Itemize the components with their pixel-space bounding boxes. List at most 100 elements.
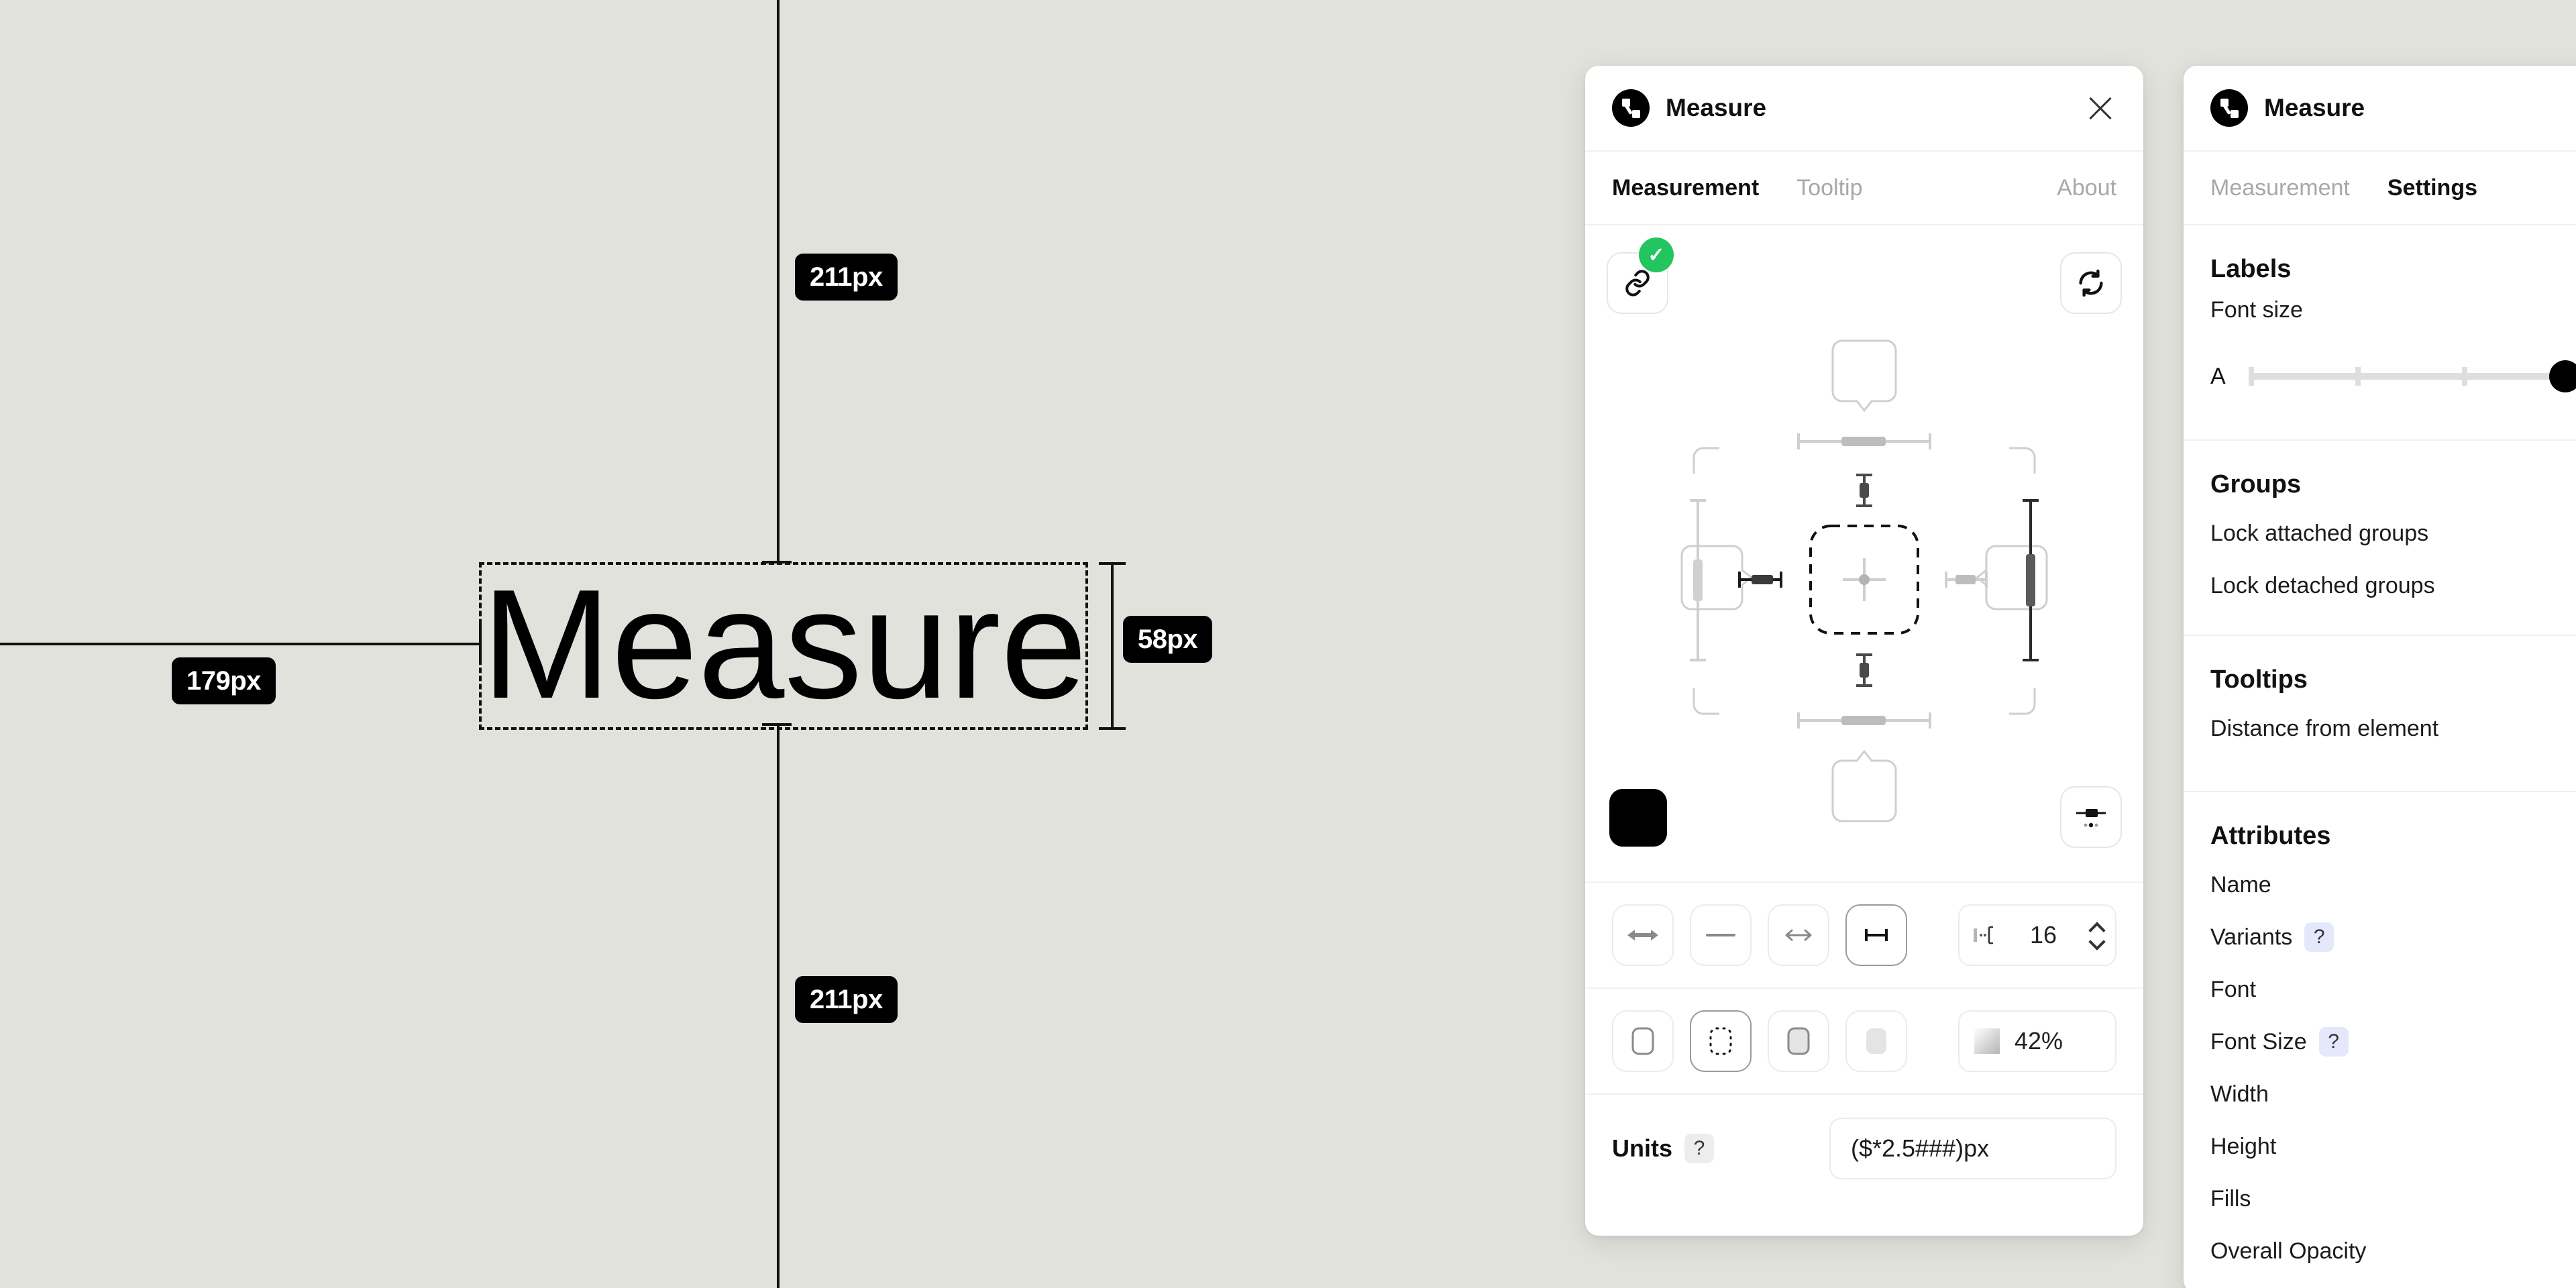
height-bracket-cap-bottom — [1099, 727, 1126, 730]
opacity-field[interactable]: 42% — [1958, 1010, 2116, 1072]
measurement-panel-title: Measure — [1666, 94, 1767, 121]
setting-row-font-size[interactable]: Font size Cus — [2184, 284, 2576, 336]
fill-style-row[interactable]: 42% — [1585, 989, 2143, 1095]
font-size-slider-row[interactable]: A — [2184, 336, 2576, 417]
outline-square-icon — [1631, 1027, 1654, 1055]
guide-line-vertical-top — [777, 0, 780, 564]
height-bracket-line — [1111, 562, 1114, 730]
setting-label-font-size: Font size — [2210, 297, 2303, 323]
fill-style-filled[interactable] — [1768, 1010, 1829, 1072]
setting-row-font[interactable]: Font — [2184, 963, 2576, 1016]
line-cap-icon — [2076, 809, 2106, 828]
arrow-both-outline-icon — [1785, 929, 1812, 941]
fill-style-dashed[interactable] — [1690, 1010, 1752, 1072]
setting-row-name[interactable]: Name — [2184, 859, 2576, 911]
setting-label-overall-opacity: Overall Opacity — [2210, 1238, 2367, 1264]
measurement-badge-top[interactable]: 211px — [795, 254, 898, 301]
artboard-text[interactable]: Measure — [482, 567, 1087, 722]
refresh-icon — [2079, 269, 2103, 297]
tab-measurement[interactable]: Measurement — [2210, 175, 2350, 201]
setting-row-lock-detached-groups[interactable]: Lock detached groups — [2184, 559, 2576, 612]
filled-square-icon — [1787, 1027, 1810, 1055]
font-size-slider[interactable] — [2248, 360, 2576, 392]
link-enabled-badge: ✓ — [1639, 237, 1674, 272]
cap-style-button[interactable] — [2060, 786, 2122, 848]
slider-tick — [2461, 367, 2467, 386]
setting-row-overall-opacity[interactable]: Overall Opacity — [2184, 1225, 2576, 1277]
setting-row-font-size-attr[interactable]: Font Size ? — [2184, 1016, 2576, 1068]
settings-panel-tabs[interactable]: Measurement Settings — [2184, 152, 2576, 225]
offset-value: 16 — [2029, 921, 2057, 949]
setting-label-distance-from-element: Distance from element — [2210, 715, 2439, 741]
measurement-panel[interactable]: Measure Measurement Tooltip About ✓ 16 4… — [1585, 66, 2143, 1236]
tab-about[interactable]: About — [2057, 175, 2116, 201]
setting-label-lock-detached-groups: Lock detached groups — [2210, 572, 2435, 598]
measure-logo-icon — [1612, 89, 1650, 127]
setting-row-width[interactable]: Width — [2184, 1068, 2576, 1120]
measurement-panel-header: Measure — [1585, 66, 2143, 152]
section-heading-groups: Groups — [2210, 470, 2302, 498]
height-bracket-cap-top — [1099, 562, 1126, 565]
settings-panel-header: Measure — [2184, 66, 2576, 152]
units-input[interactable]: ($*2.5###)px — [1829, 1118, 2116, 1179]
font-size-help-icon[interactable]: ? — [2318, 1027, 2349, 1057]
tab-measurement[interactable]: Measurement — [1612, 175, 1759, 201]
line-plain-icon — [1706, 934, 1735, 936]
soft-filled-square-icon — [1866, 1028, 1886, 1054]
setting-label-lock-attached-groups: Lock attached groups — [2210, 520, 2429, 546]
section-heading-attributes: Attributes — [2210, 822, 2331, 850]
font-size-slider-label: A — [2210, 363, 2226, 389]
tab-settings[interactable]: Settings — [2387, 175, 2477, 201]
units-row[interactable]: Units ? ($*2.5###)px — [1585, 1095, 2143, 1202]
opacity-value: 42% — [2015, 1027, 2063, 1055]
tab-tooltip[interactable]: Tooltip — [1796, 175, 1862, 201]
offset-bracket-icon — [1974, 926, 1993, 945]
setting-label-name: Name — [2210, 871, 2271, 898]
line-style-plain[interactable] — [1690, 904, 1752, 966]
arrow-both-filled-icon — [1627, 930, 1658, 941]
chevron-up-icon — [2090, 924, 2104, 932]
fill-style-soft[interactable] — [1845, 1010, 1907, 1072]
setting-label-width: Width — [2210, 1081, 2269, 1107]
line-style-arrow-both-outline[interactable] — [1768, 904, 1829, 966]
setting-row-distance-from-element[interactable]: Distance from element — [2184, 702, 2576, 755]
setting-row-fills[interactable]: Fills — [2184, 1173, 2576, 1225]
line-style-end-caps[interactable] — [1845, 904, 1907, 966]
offset-stepper[interactable]: 16 — [1958, 904, 2116, 966]
line-color-swatch[interactable] — [1609, 789, 1667, 847]
setting-row-lock-attached-groups[interactable]: Lock attached groups — [2184, 507, 2576, 559]
chevron-down-icon — [2090, 938, 2104, 947]
gradient-swatch-icon — [1974, 1028, 2000, 1054]
units-help-icon[interactable]: ? — [1684, 1134, 1714, 1163]
setting-label-font-size-attr: Font Size — [2210, 1028, 2307, 1055]
slider-tick — [2248, 367, 2254, 386]
measurement-badge-right[interactable]: 58px — [1123, 616, 1213, 663]
setting-label-font: Font — [2210, 976, 2257, 1002]
settings-panel[interactable]: Measure Measurement Settings Labels Font… — [2184, 66, 2576, 1288]
refresh-button[interactable] — [2060, 252, 2122, 314]
measurement-badge-left[interactable]: 179px — [172, 657, 276, 704]
section-heading-labels: Labels — [2210, 255, 2292, 283]
setting-row-variants[interactable]: Variants ? — [2184, 911, 2576, 963]
setting-label-height: Height — [2210, 1133, 2277, 1159]
measurement-layout-diagram[interactable] — [1585, 326, 2143, 836]
line-end-caps-icon — [1865, 929, 1888, 941]
offset-stepper-arrows[interactable] — [2090, 924, 2104, 947]
line-style-arrow-both-filled[interactable] — [1612, 904, 1674, 966]
fill-style-outline[interactable] — [1612, 1010, 1674, 1072]
measurement-panel-tabs[interactable]: Measurement Tooltip About — [1585, 152, 2143, 225]
line-style-row[interactable]: 16 — [1585, 883, 2143, 989]
dashed-square-icon — [1709, 1027, 1732, 1055]
slider-tick — [2355, 367, 2361, 386]
link-icon — [1625, 270, 1650, 297]
variants-help-icon[interactable]: ? — [2304, 922, 2334, 952]
measurement-badge-bottom[interactable]: 211px — [795, 976, 898, 1023]
setting-row-height[interactable]: Height — [2184, 1120, 2576, 1173]
guide-line-horizontal-left — [0, 643, 482, 645]
slider-knob[interactable] — [2549, 360, 2576, 392]
setting-label-variants: Variants — [2210, 924, 2293, 950]
units-label: Units — [1612, 1134, 1672, 1162]
close-icon[interactable] — [2084, 92, 2116, 124]
guide-line-vertical-bottom — [777, 724, 780, 1288]
measurement-preview[interactable]: ✓ — [1585, 225, 2143, 883]
